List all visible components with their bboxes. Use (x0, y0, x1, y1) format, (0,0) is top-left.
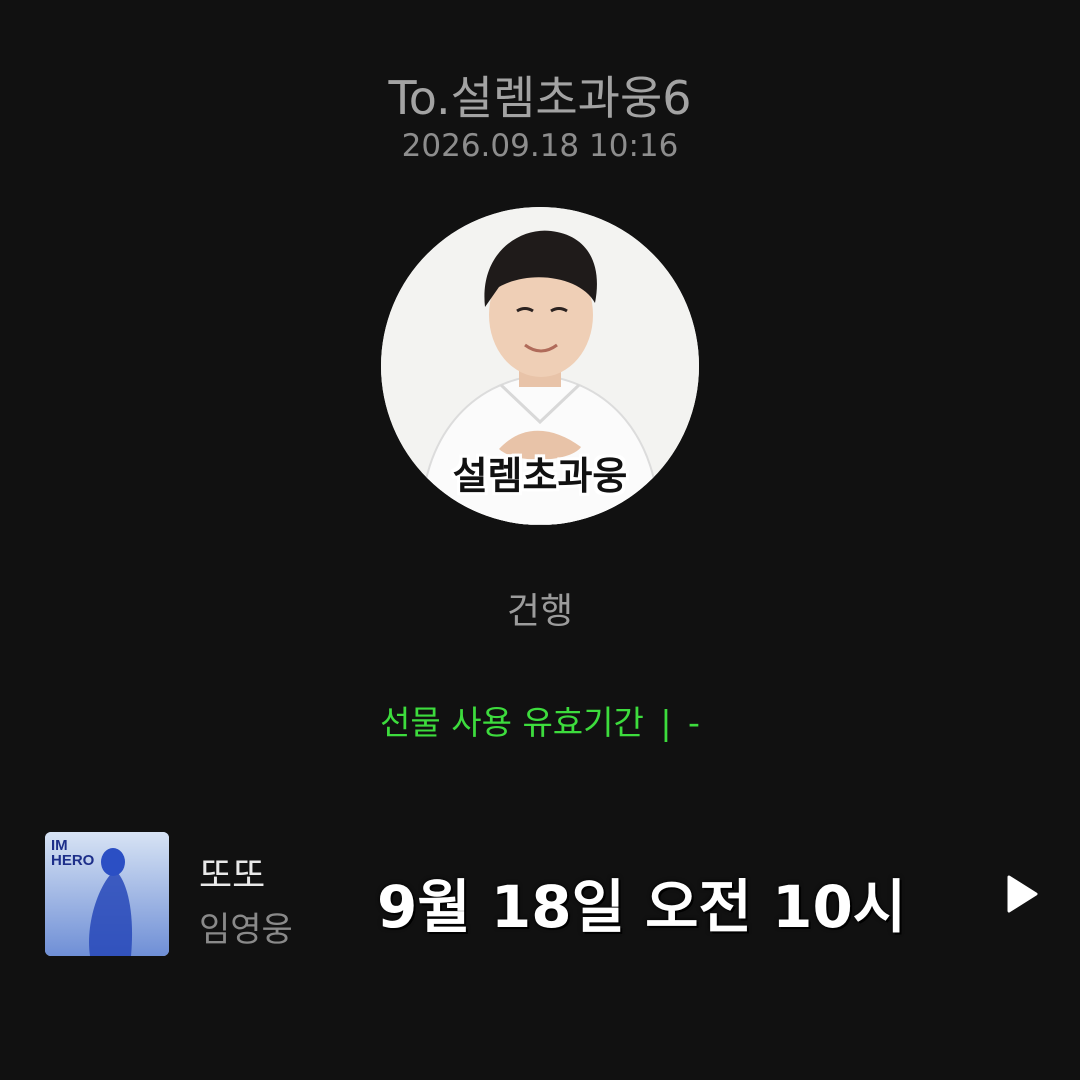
profile-avatar: 설렘초과웅 (381, 207, 699, 525)
svg-text:HERO: HERO (51, 852, 95, 869)
play-icon (1007, 875, 1038, 913)
song-title: 또또 (199, 855, 266, 896)
recipient-title: To.설렘초과웅6 (388, 71, 692, 125)
validity-separator: | (660, 703, 672, 742)
sent-timestamp: 2026.09.18 10:16 (401, 128, 679, 164)
gift-name: 건행 (506, 591, 574, 632)
album-cover-image: IM HERO (45, 832, 169, 956)
schedule-overlay-text: 9월 18일 오전 10시 (377, 873, 907, 941)
gift-validity: 선물 사용 유효기간 | - (0, 696, 1080, 744)
play-button[interactable] (1000, 872, 1044, 916)
album-art: IM HERO (45, 832, 169, 956)
validity-value: - (688, 703, 700, 742)
avatar-caption: 설렘초과웅 (452, 454, 628, 498)
song-artist: 임영웅 (199, 910, 293, 950)
music-player-row[interactable]: IM HERO 또또 임영웅 9월 18일 오전 10시 (45, 832, 1055, 957)
validity-label: 선물 사용 유효기간 (380, 703, 644, 742)
